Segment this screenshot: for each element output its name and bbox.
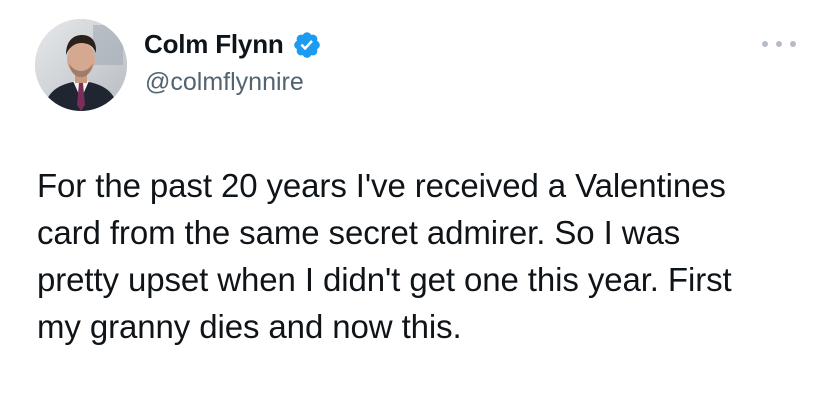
more-options-button[interactable] <box>762 38 796 50</box>
tweet-card: Colm Flynn @colmflynnire For the past 20… <box>0 0 828 398</box>
author-handle[interactable]: @colmflynnire <box>145 68 304 97</box>
more-options-icon-dot <box>790 41 796 47</box>
verified-badge-icon <box>293 31 320 58</box>
author-display-name[interactable]: Colm Flynn <box>144 29 284 60</box>
avatar[interactable] <box>35 19 127 111</box>
more-options-icon-dot <box>762 41 768 47</box>
author-name-row: Colm Flynn <box>144 29 322 60</box>
tweet-text: For the past 20 years I've received a Va… <box>37 167 732 345</box>
more-options-icon-dot <box>776 41 782 47</box>
profile-photo-icon <box>35 19 127 111</box>
